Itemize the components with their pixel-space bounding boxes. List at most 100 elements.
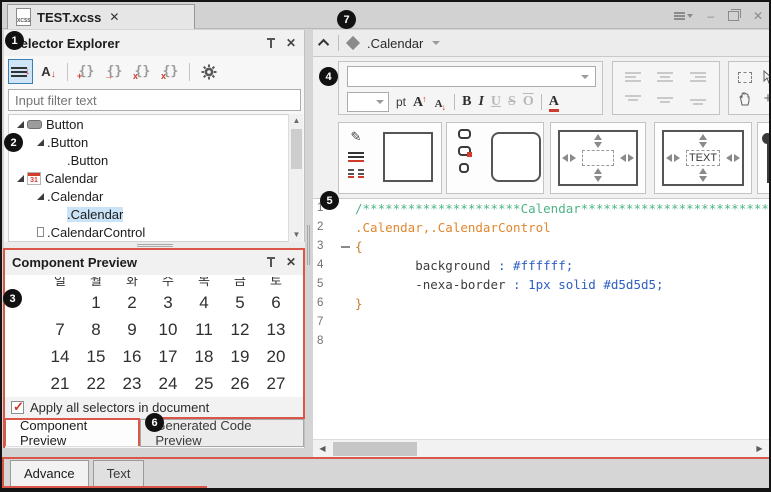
delete-all-selectors-icon[interactable]: {}x [158,59,183,84]
align-right-icon[interactable] [690,71,707,84]
calendar-day[interactable]: 1 [78,289,114,316]
panel-close-icon[interactable]: ✕ [286,255,296,269]
settings-gear-icon[interactable] [196,59,221,84]
slider-preview-clipped[interactable] [757,122,771,194]
valign-bottom-icon[interactable] [690,94,707,105]
tab-generated-code-preview[interactable]: Generated Code Preview [140,419,304,447]
font-color-icon[interactable]: A [549,94,559,110]
tab-close-icon[interactable]: ✕ [109,10,119,24]
tree-expander-icon[interactable] [13,175,27,182]
calendar-day[interactable]: 21 [42,370,78,397]
calendar-day[interactable]: 27 [258,370,294,397]
delete-selector-icon[interactable]: {}x [130,59,155,84]
overline-icon[interactable]: O [523,94,534,110]
vertical-splitter[interactable] [305,30,313,458]
calendar-day[interactable]: 4 [186,289,222,316]
tree-expander-icon[interactable] [33,139,47,146]
calendar-day[interactable]: 15 [78,343,114,370]
insert-selector-icon[interactable]: {}→ [102,59,127,84]
tree-expander-icon[interactable] [33,193,47,200]
line-weight-icon[interactable] [348,152,364,162]
calendar-day[interactable]: 26 [222,370,258,397]
calendar-day[interactable]: 24 [150,370,186,397]
restore-icon[interactable] [728,11,739,21]
align-left-icon[interactable] [625,71,642,84]
border-style-preview[interactable]: ✎ [338,122,442,194]
font-family-combobox[interactable] [347,66,596,87]
selector-tree[interactable]: Button.Button.Button31Calendar.Calendar.… [8,114,289,242]
calendar-day[interactable]: 25 [186,370,222,397]
sort-alphabetical-icon[interactable]: A↓ [36,59,61,84]
tab-component-preview[interactable]: Component Preview [4,418,140,446]
code-line[interactable]: 7 [313,313,769,332]
calendar-day[interactable]: 19 [222,343,258,370]
apply-selectors-checkbox[interactable]: ✓ [11,401,24,414]
tree-item-calendarcontrol[interactable]: .CalendarControl [9,223,288,241]
selector-dropdown-icon[interactable] [432,41,440,45]
font-shrink-icon[interactable]: A↓ [435,95,447,110]
calendar-day[interactable]: 8 [78,316,114,343]
tree-expander-icon[interactable] [33,228,47,236]
calendar-day[interactable]: 17 [150,343,186,370]
tree-item-calendar[interactable]: .Calendar [9,187,288,205]
tree-item-calendar[interactable]: 31Calendar [9,169,288,187]
tree-item-button[interactable]: .Button [9,133,288,151]
calendar-day[interactable]: 3 [150,289,186,316]
marquee-select-icon[interactable] [738,72,752,83]
radius-small-icon[interactable] [459,163,469,173]
code-line[interactable]: 2.Calendar,.CalendarControl [313,218,769,237]
calendar-day[interactable]: 2 [114,289,150,316]
add-tool-icon[interactable]: + [764,92,771,106]
close-icon[interactable]: ✕ [753,9,763,23]
padding-editor-preview[interactable] [550,122,646,194]
font-grow-icon[interactable]: A↑ [413,94,428,111]
calendar-day[interactable]: 5 [222,289,258,316]
calendar-day[interactable]: 6 [258,289,294,316]
calendar-day[interactable]: 22 [78,370,114,397]
window-menu-icon[interactable] [674,12,693,20]
collapse-chevron-icon[interactable] [318,39,329,50]
calendar-day[interactable]: 18 [186,343,222,370]
calendar-day[interactable]: 16 [114,343,150,370]
italic-icon[interactable]: I [478,94,483,110]
pencil-icon[interactable]: ✎ [351,129,362,145]
font-size-combobox[interactable] [347,92,389,112]
calendar-day[interactable]: 12 [222,316,258,343]
tree-expander-icon[interactable] [13,121,27,128]
code-line[interactable]: 6} [313,294,769,313]
css-code-editor[interactable]: 1/*********************Calendar*********… [313,198,769,439]
align-center-icon[interactable] [657,71,674,84]
calendar-day[interactable]: 10 [150,316,186,343]
valign-top-icon[interactable] [625,94,642,105]
add-selector-icon[interactable]: {}+ [74,59,99,84]
radius-corner-icon[interactable] [458,146,471,156]
text-padding-editor-preview[interactable]: TEXT [654,122,752,194]
calendar-day[interactable]: 11 [186,316,222,343]
editor-horizontal-scrollbar[interactable]: ◀ ▶ [313,439,769,458]
tab-text[interactable]: Text [93,460,145,487]
underline-icon[interactable]: U [491,94,501,110]
panel-close-icon[interactable]: ✕ [286,36,296,50]
border-radius-preview[interactable] [446,122,544,194]
tab-advance[interactable]: Advance [10,460,89,487]
calendar-day[interactable]: 9 [114,316,150,343]
tree-item-button[interactable]: Button [9,115,288,133]
document-tab-test-xcss[interactable]: XCSS TEST.xcss ✕ [7,4,195,29]
scroll-right-icon[interactable]: ▶ [752,442,767,456]
code-line[interactable]: 3{ [313,237,769,256]
fold-marker-icon[interactable] [339,237,355,256]
calendar-day[interactable]: 20 [258,343,294,370]
code-line[interactable]: 4 background : #ffffff; [313,256,769,275]
code-line[interactable]: 5 -nexa-border : 1px solid #d5d5d5; [313,275,769,294]
pin-icon[interactable] [266,37,276,49]
scrollbar-thumb[interactable] [291,129,302,169]
minimize-icon[interactable]: – [707,9,714,23]
tree-item-calendar[interactable]: .Calendar [9,205,288,223]
line-dash-icon[interactable] [348,169,364,178]
calendar-day[interactable]: 13 [258,316,294,343]
calendar-day[interactable]: 7 [42,316,78,343]
calendar-day[interactable]: 23 [114,370,150,397]
code-line[interactable]: 1/*********************Calendar*********… [313,199,769,218]
filter-input[interactable] [8,89,301,111]
scroll-up-icon[interactable]: ▲ [289,114,304,128]
